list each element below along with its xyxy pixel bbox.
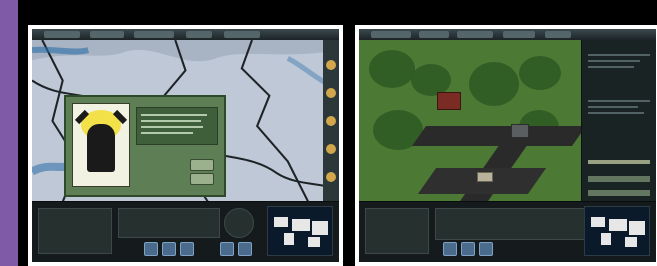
progress-bar <box>588 160 650 164</box>
info-line <box>588 60 640 62</box>
info-line <box>588 66 634 68</box>
game-screen-map <box>32 29 339 262</box>
toolbar-button[interactable] <box>162 242 176 256</box>
minimap-landmass <box>591 217 605 227</box>
info-line <box>588 112 644 114</box>
round-button-icon[interactable] <box>326 172 336 182</box>
toolbar-button[interactable] <box>479 242 493 256</box>
world-minimap-icon[interactable] <box>584 206 650 256</box>
building[interactable] <box>477 172 493 182</box>
round-button-icon[interactable] <box>326 116 336 126</box>
leader-portrait-icon <box>72 103 130 187</box>
info-line <box>588 106 638 108</box>
toolbar-button[interactable] <box>144 242 158 256</box>
toolbar-button[interactable] <box>180 242 194 256</box>
resource-segment <box>545 31 571 38</box>
round-button-icon[interactable] <box>326 144 336 154</box>
left-accent-strip <box>0 0 18 266</box>
building[interactable] <box>437 92 461 110</box>
resource-segment <box>44 31 80 38</box>
minimap-landmass <box>601 233 611 245</box>
event-text-line <box>141 132 193 134</box>
resource-segment <box>134 31 174 38</box>
tree-cluster <box>369 50 415 88</box>
world-minimap-icon[interactable] <box>267 206 333 256</box>
toolbar-button[interactable] <box>238 242 252 256</box>
info-line <box>588 54 650 56</box>
resource-segment <box>457 31 493 38</box>
info-panel <box>365 208 429 254</box>
minimap-landmass <box>274 217 288 227</box>
tree-cluster <box>469 62 519 106</box>
bottom-command-panel <box>32 201 339 262</box>
status-panel <box>435 208 587 240</box>
dialog-option-button[interactable] <box>190 159 214 171</box>
event-text-line <box>141 114 207 116</box>
resource-segment <box>224 31 260 38</box>
event-dialog[interactable] <box>64 95 226 197</box>
toolbar-button[interactable] <box>443 242 457 256</box>
status-panel <box>118 208 220 238</box>
event-text-line <box>141 126 203 128</box>
resource-segment <box>90 31 124 38</box>
minimap-landmass <box>625 237 637 247</box>
strategic-map[interactable] <box>32 40 339 202</box>
bottom-command-panel <box>359 201 656 262</box>
minimap-landmass <box>292 219 310 231</box>
minimap-landmass <box>609 219 627 231</box>
minimap-landmass <box>308 237 320 247</box>
round-button-icon[interactable] <box>326 60 336 70</box>
building[interactable] <box>511 124 529 138</box>
isometric-terrain[interactable] <box>359 40 582 202</box>
right-info-panel <box>581 40 656 202</box>
resource-segment <box>503 31 535 38</box>
panel-button[interactable] <box>588 176 650 182</box>
event-text-panel <box>136 107 218 145</box>
event-text-line <box>141 120 201 122</box>
clock-icon <box>224 208 254 238</box>
minimap-landmass <box>629 221 645 235</box>
game-screen-base <box>359 29 656 262</box>
tree-cluster <box>519 56 561 90</box>
round-button-icon[interactable] <box>326 88 336 98</box>
portrait-figure <box>87 124 115 172</box>
resource-segment <box>419 31 449 38</box>
toolbar-button[interactable] <box>461 242 475 256</box>
dialog-option-button[interactable] <box>190 173 214 185</box>
info-panel <box>38 208 112 254</box>
toolbar-button[interactable] <box>220 242 234 256</box>
minimap-landmass <box>284 233 294 245</box>
screenshot-frame-left <box>28 25 343 266</box>
map-sidebar <box>323 40 339 202</box>
resource-segment <box>186 31 212 38</box>
resource-segment <box>371 31 411 38</box>
panel-button[interactable] <box>588 190 650 196</box>
screenshot-frame-right <box>355 25 657 266</box>
info-line <box>588 100 650 102</box>
road-segment <box>411 126 582 146</box>
minimap-landmass <box>312 221 328 235</box>
